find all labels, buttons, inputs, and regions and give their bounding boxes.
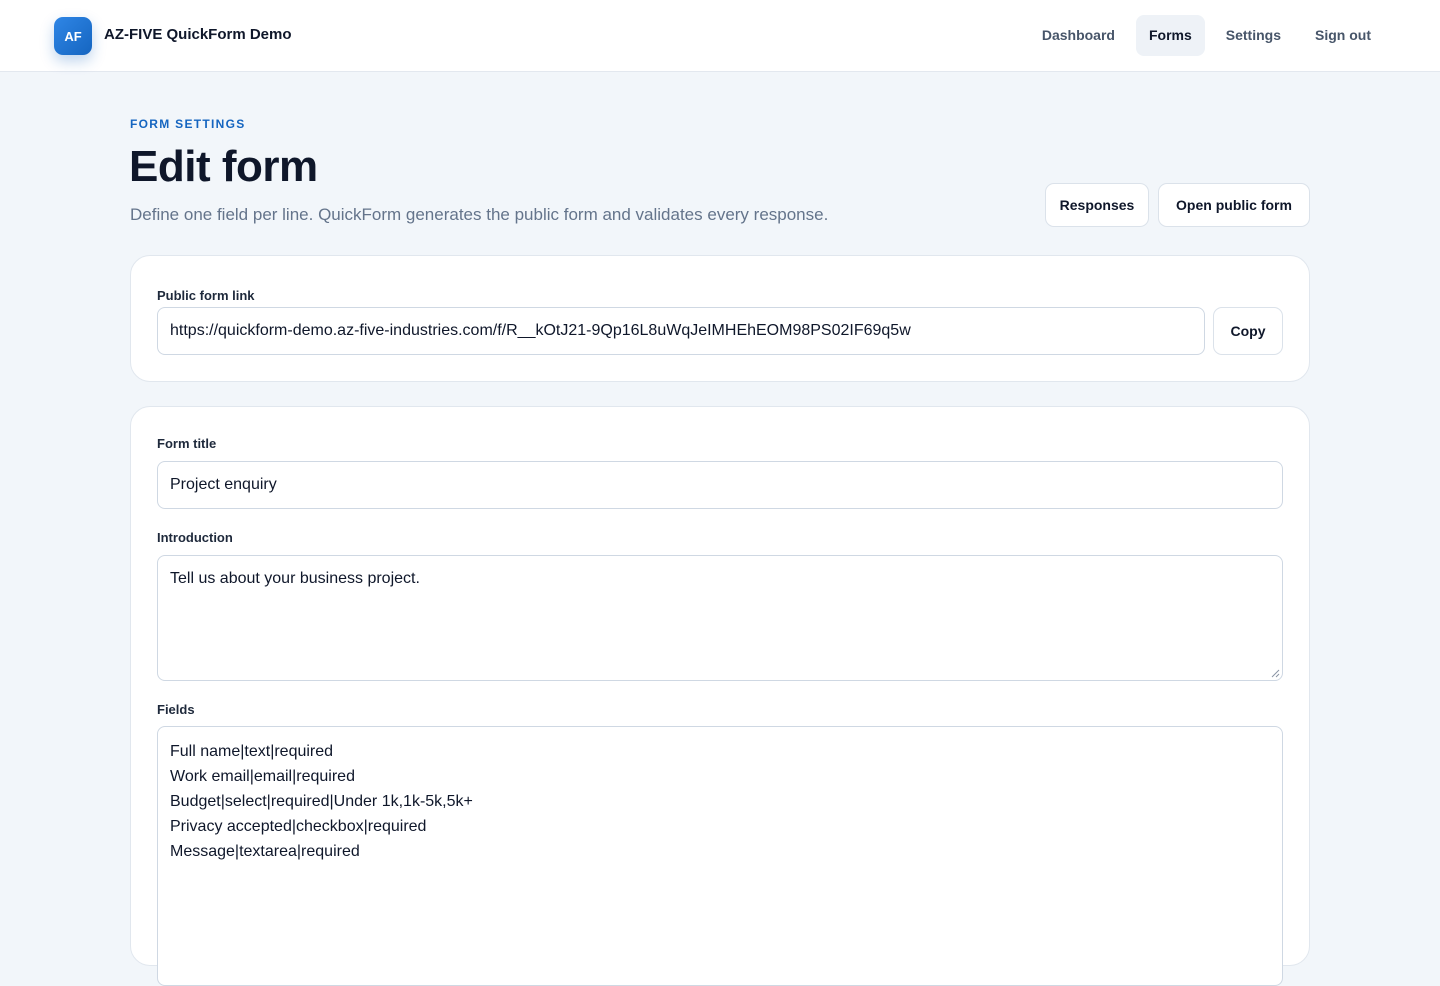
- introduction-text: Tell us about your business project.: [170, 570, 420, 587]
- app-logo[interactable]: AF: [54, 17, 92, 55]
- open-public-form-button[interactable]: Open public form: [1158, 183, 1310, 227]
- section-eyebrow: FORM SETTINGS: [130, 117, 246, 131]
- form-editor-card: Form title Project enquiry Introduction …: [130, 406, 1310, 986]
- form-title-input[interactable]: Project enquiry: [157, 461, 1283, 509]
- public-link-card: Public form link https://quickform-demo.…: [130, 255, 1310, 382]
- resize-handle-icon[interactable]: [1270, 668, 1280, 678]
- nav-settings[interactable]: Settings: [1213, 15, 1294, 56]
- app-name: AZ-FIVE QuickForm Demo: [104, 26, 292, 43]
- copy-link-button[interactable]: Copy: [1213, 307, 1283, 355]
- nav-sign-out[interactable]: Sign out: [1302, 15, 1384, 56]
- field-definition-line: Work email|email|required: [170, 768, 355, 785]
- field-definition-line: Privacy accepted|checkbox|required: [170, 818, 427, 835]
- logo-text: AF: [64, 28, 82, 44]
- fields-textarea[interactable]: Full name|text|required Work email|email…: [157, 726, 1283, 986]
- introduction-label: Introduction: [157, 530, 233, 545]
- form-title-label: Form title: [157, 436, 217, 451]
- top-navigation-bar: AF AZ-FIVE QuickForm Demo Dashboard Form…: [0, 0, 1440, 72]
- public-link-label: Public form link: [157, 288, 255, 303]
- field-definition-line: Message|textarea|required: [170, 843, 360, 860]
- introduction-textarea[interactable]: Tell us about your business project.: [157, 555, 1283, 681]
- responses-button[interactable]: Responses: [1045, 183, 1149, 227]
- nav-forms[interactable]: Forms: [1135, 15, 1205, 56]
- field-definition-line: Full name|text|required: [170, 743, 334, 760]
- public-link-input[interactable]: https://quickform-demo.az-five-industrie…: [157, 307, 1205, 355]
- nav-dashboard[interactable]: Dashboard: [1029, 15, 1128, 56]
- field-definition-line: Budget|select|required|Under 1k,1k-5k,5k…: [170, 793, 473, 810]
- page-subtitle: Define one field per line. QuickForm gen…: [130, 205, 829, 224]
- fields-label: Fields: [157, 702, 195, 717]
- page-title: Edit form: [129, 142, 318, 191]
- main-nav: Dashboard Forms Settings Sign out: [1021, 15, 1384, 56]
